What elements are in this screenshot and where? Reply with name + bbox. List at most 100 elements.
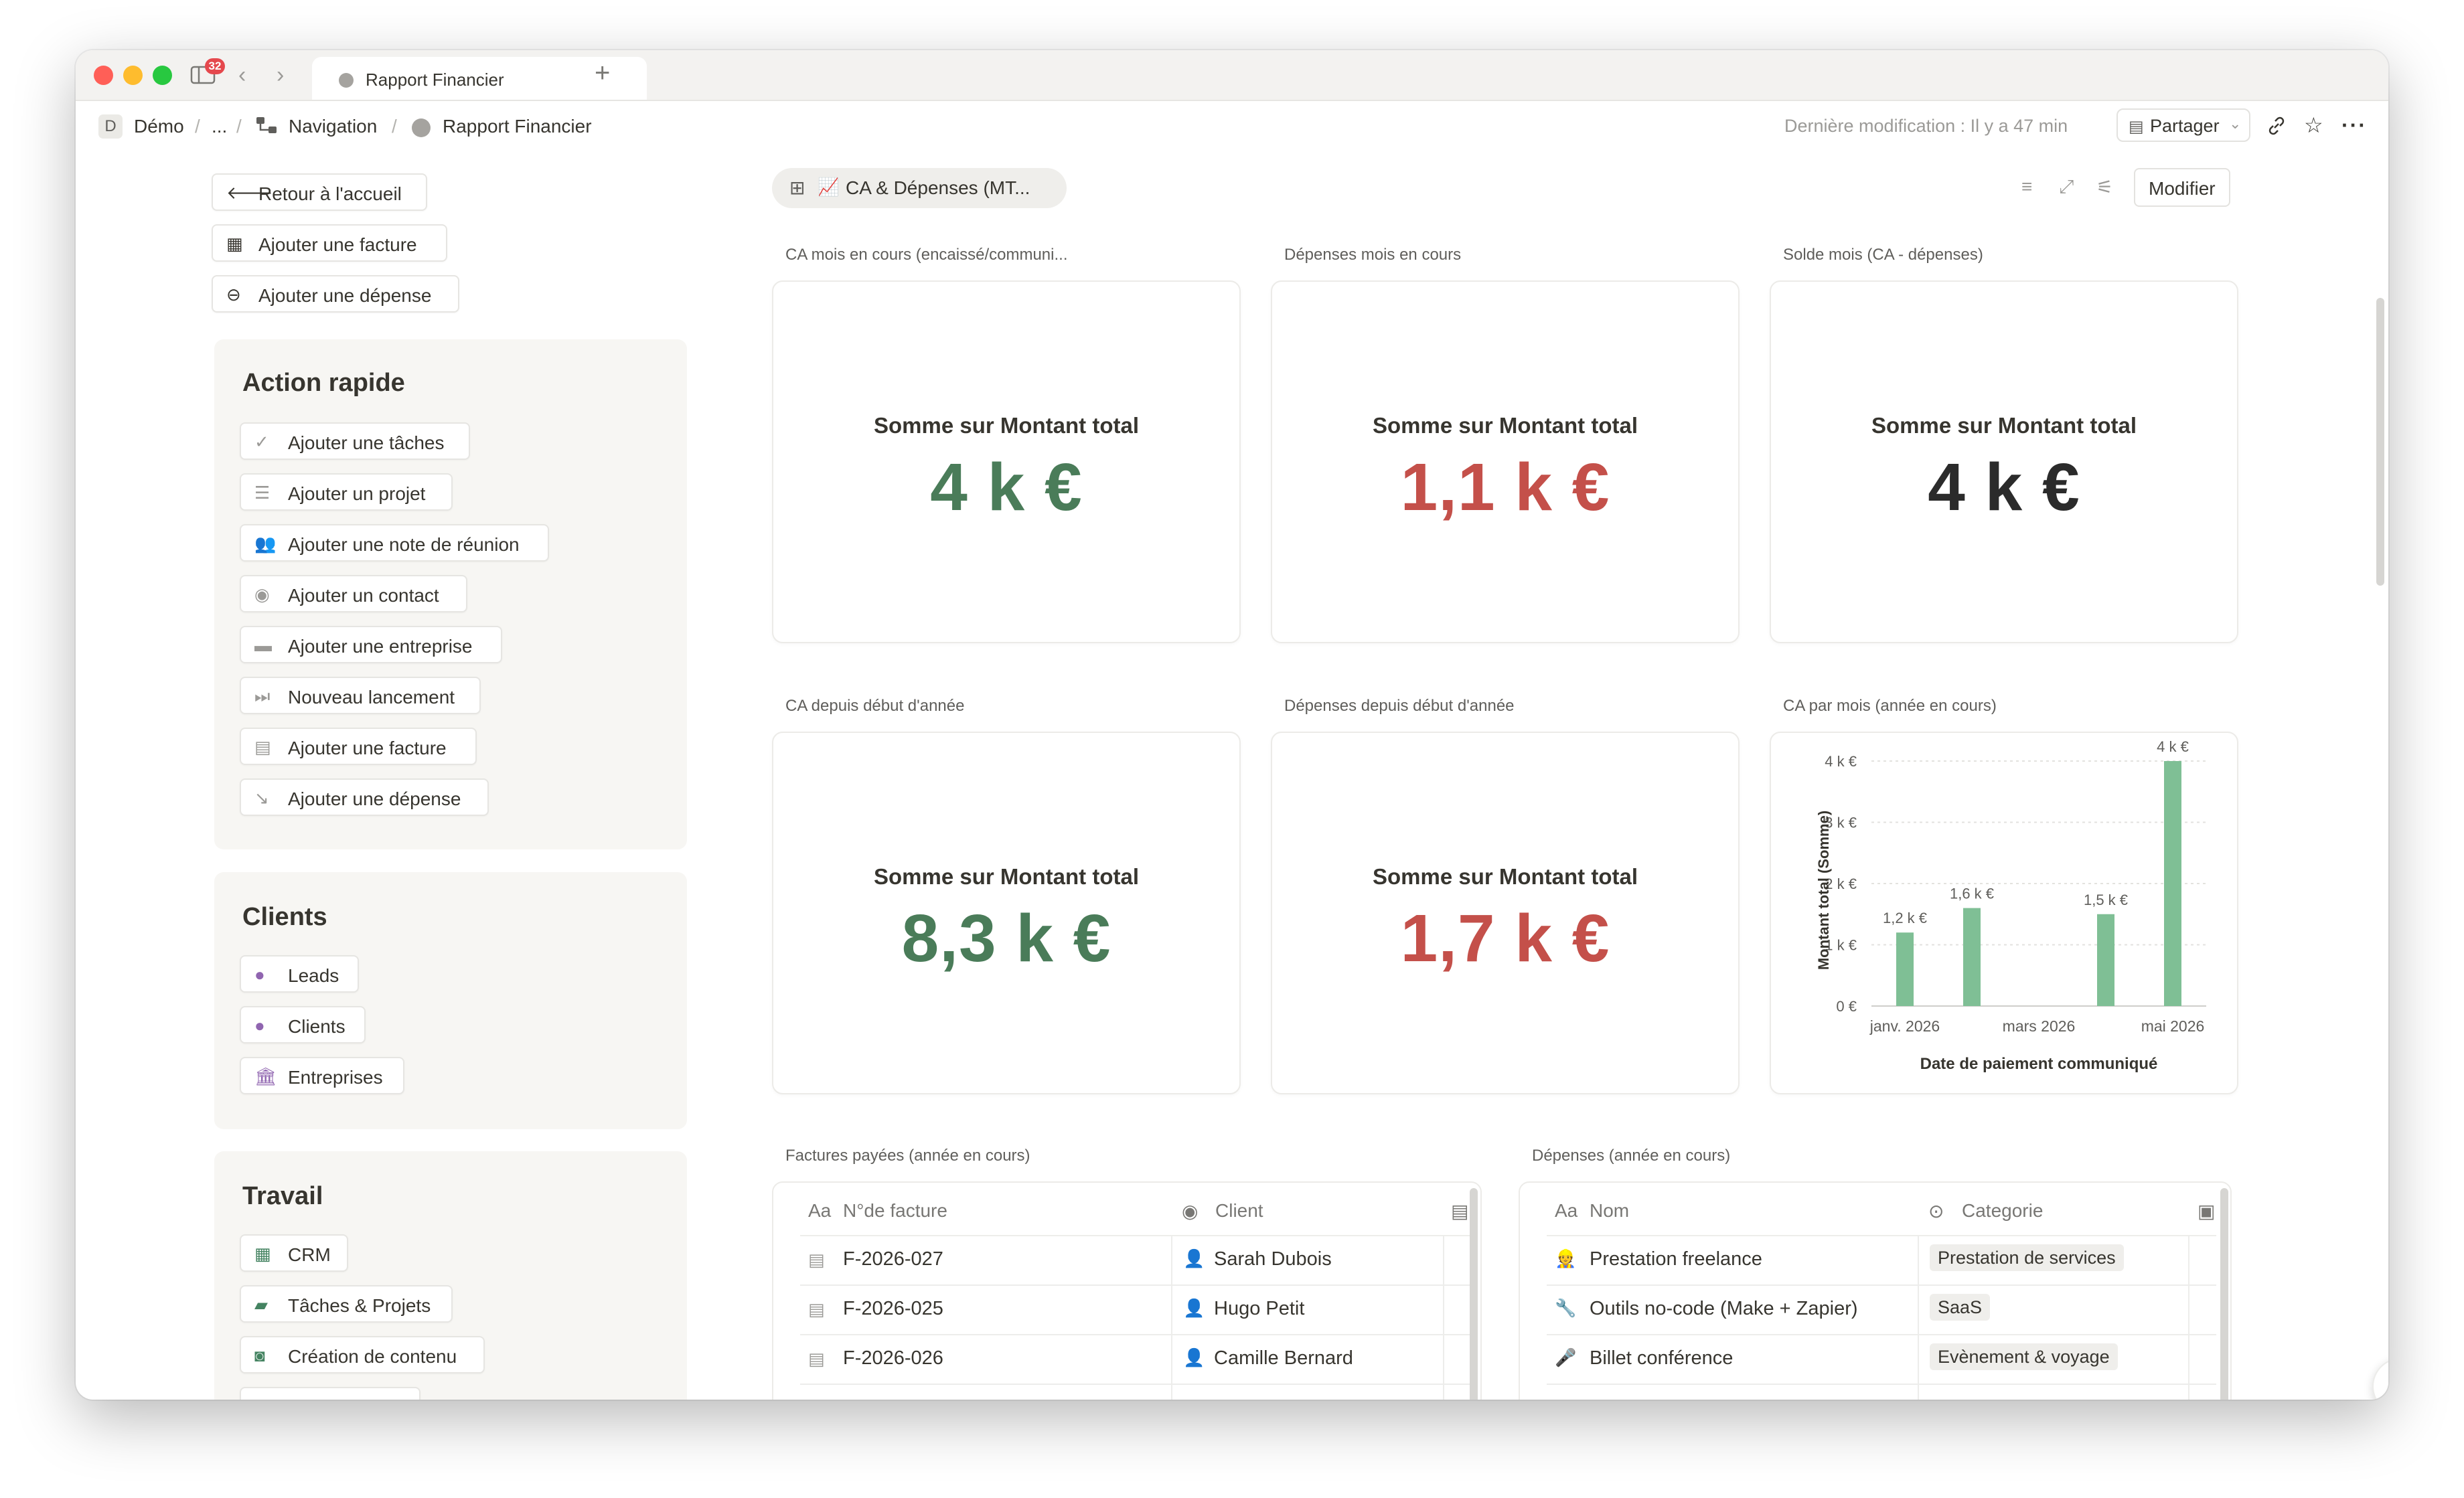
category-tag[interactable]: SaaS [1930, 1294, 1991, 1321]
expense-name[interactable]: Billet conférence [1590, 1347, 1733, 1369]
add-column-icon[interactable]: ▣ [2198, 1200, 2215, 1222]
page-icon [412, 118, 431, 137]
bar-data-label: 1,5 k € [2084, 892, 2128, 908]
select-column-icon: ⊙ [1928, 1201, 1944, 1222]
add-meeting-note-button[interactable]: 👥 Ajouter une note de réunion [240, 524, 549, 562]
breadcrumb-current-page[interactable]: Rapport Financier [443, 116, 592, 137]
column-header-number[interactable]: N°de facture [843, 1200, 947, 1222]
link-icon[interactable] [2265, 114, 2288, 137]
metric-title: Somme sur Montant total [873, 413, 1140, 438]
add-invoice-button[interactable]: ▦ Ajouter une facture [212, 224, 447, 262]
breadcrumb-separator: / [392, 116, 397, 137]
receipt-icon: ▦ [226, 234, 243, 254]
leads-button[interactable]: ● Leads [240, 955, 359, 993]
column-header-category[interactable]: Categorie [1962, 1200, 2043, 1222]
companies-button[interactable]: 🏛 Entreprises [240, 1057, 404, 1094]
expenses-scrollbar[interactable] [2220, 1188, 2228, 1400]
bar-chart: 0 €1 k €2 k €3 k €4 k €1,2 k €1,6 k €1,5… [1815, 738, 2206, 1073]
app-window: 32 ‹ › Rapport Financier + D Démo / ... … [76, 50, 2388, 1400]
invoice-number[interactable]: F-2026-026 [843, 1347, 943, 1369]
add-expense-quick-label: Ajouter une dépense [288, 788, 461, 809]
people-icon: 👥 [254, 533, 277, 554]
add-invoice-quick-button[interactable]: ▤ Ajouter une facture [240, 728, 477, 765]
notion-ai-button[interactable]: ϒ [2372, 1358, 2388, 1400]
breadcrumb-navigation[interactable]: Navigation [289, 116, 377, 137]
companies-label: Entreprises [288, 1067, 383, 1088]
clients-button[interactable]: ● Clients [240, 1006, 366, 1044]
expand-icon[interactable]: ⤢ [2059, 176, 2074, 198]
breadcrumb-separator: / [195, 116, 200, 137]
camera-icon: ◙ [254, 1345, 265, 1365]
row-divider [1547, 1235, 2216, 1236]
share-button[interactable]: ▤ Partager ⌄ [2116, 108, 2250, 142]
add-task-button[interactable]: ✓ Ajouter une tâches [240, 422, 470, 460]
fast-forward-icon: ⏭ [254, 686, 271, 706]
star-icon[interactable]: ☆ [2304, 113, 2323, 137]
breadcrumb-ellipsis[interactable]: ... [212, 116, 227, 137]
y-tick-label: 0 € [1836, 998, 1857, 1015]
invoice-number[interactable]: F-2026-027 [843, 1248, 943, 1270]
back-home-button[interactable]: 🡐 Retour à l'accueil [212, 173, 427, 211]
wrench-icon: 🔧 [1555, 1298, 1577, 1318]
person-icon: ● [254, 1015, 265, 1035]
add-project-button[interactable]: ☰ Ajouter un projet [240, 473, 453, 511]
add-company-label: Ajouter une entreprise [288, 636, 473, 657]
invoice-client[interactable]: Hugo Petit [1214, 1298, 1304, 1320]
add-invoice-quick-label: Ajouter une facture [288, 738, 447, 758]
invoice-client[interactable]: Camille Bernard [1214, 1347, 1353, 1369]
expense-name[interactable]: Outils no-code (Make + Zapier) [1590, 1298, 1858, 1320]
bar [2097, 914, 2114, 1006]
breadcrumb-workspace[interactable]: Démo [134, 116, 184, 137]
content-creation-button[interactable]: ◙ Création de contenu [240, 1336, 485, 1374]
more-work-button[interactable] [240, 1387, 420, 1400]
maximize-window-button[interactable] [153, 66, 172, 85]
crm-button[interactable]: ▦ CRM [240, 1234, 348, 1272]
metric-value: 4 k € [930, 450, 1083, 525]
column-header-name[interactable]: Nom [1590, 1200, 1629, 1222]
tasks-projects-button[interactable]: ▰ Tâches & Projets [240, 1285, 453, 1323]
x-axis-title: Date de paiement communiqué [1920, 1055, 2158, 1073]
filter-icon[interactable]: ≡ [2021, 176, 2032, 197]
column-header-client[interactable]: Client [1215, 1200, 1263, 1222]
invoice-number[interactable]: F-2026-025 [843, 1298, 943, 1320]
category-tag[interactable]: Prestation de services [1930, 1244, 2124, 1271]
share-label: Partager [2150, 116, 2220, 136]
metric-section-label: CA mois en cours (encaissé/communi... [785, 246, 1068, 264]
new-launch-button[interactable]: ⏭ Nouveau lancement [240, 677, 481, 714]
new-tab-icon[interactable]: + [595, 58, 610, 88]
settings-sliders-icon[interactable]: ⚟ [2096, 176, 2113, 198]
forward-arrow-icon[interactable]: › [277, 62, 284, 88]
clients-panel: Clients ● Leads ● Clients 🏛 Entreprises [214, 872, 687, 1129]
microphone-icon: 🎤 [1555, 1347, 1577, 1367]
add-contact-button[interactable]: ◉ Ajouter un contact [240, 575, 467, 612]
edit-dashboard-button[interactable]: Modifier [2134, 168, 2230, 207]
metric-card-expenses-ytd: Somme sur Montant total 1,7 k € [1271, 732, 1740, 1094]
edit-dashboard-label: Modifier [2149, 178, 2216, 199]
add-task-label: Ajouter une tâches [288, 432, 445, 453]
dashboard-view-tab[interactable]: ⊞ 📈 CA & Dépenses (MT... [772, 168, 1067, 208]
minimize-window-button[interactable] [123, 66, 143, 85]
page-scrollbar[interactable] [2376, 298, 2384, 586]
folder-icon: ▰ [254, 1295, 268, 1315]
leads-label: Leads [288, 965, 339, 986]
add-expense-button[interactable]: ⊖ Ajouter une dépense [212, 275, 459, 313]
add-company-button[interactable]: ▬ Ajouter une entreprise [240, 626, 502, 663]
bar-data-label: 1,2 k € [1883, 910, 1927, 926]
add-expense-quick-button[interactable]: ↘ Ajouter une dépense [240, 778, 489, 816]
category-tag[interactable]: Evènement & voyage [1930, 1343, 2118, 1370]
more-options-icon[interactable]: ··· [2341, 113, 2367, 137]
x-tick-label: janv. 2026 [1869, 1017, 1940, 1035]
metric-title: Somme sur Montant total [1871, 413, 2137, 438]
metric-title: Somme sur Montant total [1372, 413, 1638, 438]
invoices-scrollbar[interactable] [1470, 1188, 1478, 1400]
close-window-button[interactable] [94, 66, 113, 85]
add-invoice-label: Ajouter une facture [258, 234, 417, 255]
expense-name[interactable]: Prestation freelance [1590, 1248, 1762, 1270]
metric-title: Somme sur Montant total [873, 864, 1140, 889]
invoice-client[interactable]: Sarah Dubois [1214, 1248, 1332, 1270]
back-arrow-icon[interactable]: ‹ [238, 62, 246, 88]
dashboard-grid-icon: ⊞ [789, 177, 805, 198]
column-divider [1171, 1235, 1172, 1400]
row-divider [800, 1235, 1470, 1236]
metric-card-ca-month: Somme sur Montant total 4 k € [772, 280, 1241, 643]
